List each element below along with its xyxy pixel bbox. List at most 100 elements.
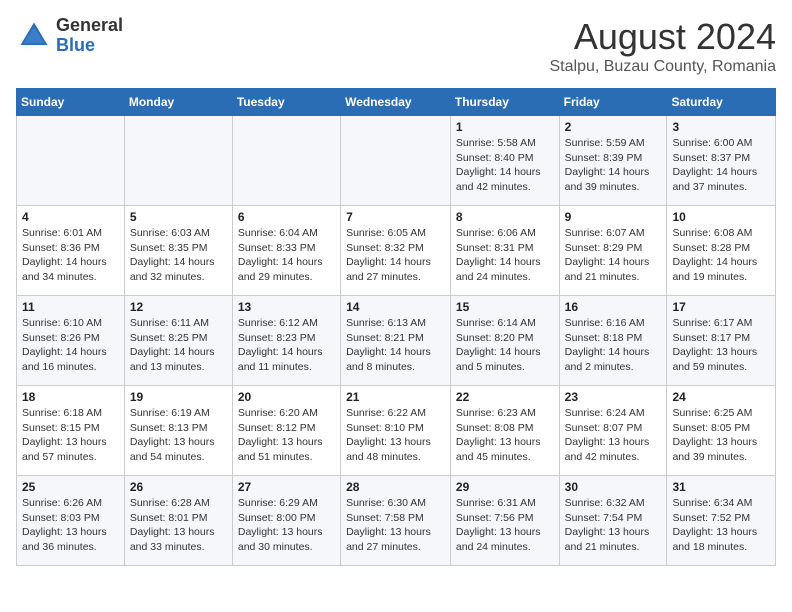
cell-info: Sunrise: 6:29 AM Sunset: 8:00 PM Dayligh… bbox=[238, 496, 335, 555]
cell-info: Sunrise: 5:58 AM Sunset: 8:40 PM Dayligh… bbox=[456, 136, 554, 195]
calendar-cell: 25 Sunrise: 6:26 AM Sunset: 8:03 PM Dayli… bbox=[17, 476, 125, 566]
calendar-cell: 27 Sunrise: 6:29 AM Sunset: 8:00 PM Dayli… bbox=[232, 476, 340, 566]
cell-info: Sunrise: 6:12 AM Sunset: 8:23 PM Dayligh… bbox=[238, 316, 335, 375]
calendar-cell: 4 Sunrise: 6:01 AM Sunset: 8:36 PM Daylig… bbox=[17, 206, 125, 296]
cell-date-number: 21 bbox=[346, 390, 445, 404]
cell-date-number: 7 bbox=[346, 210, 445, 224]
calendar-cell: 18 Sunrise: 6:18 AM Sunset: 8:15 PM Dayli… bbox=[17, 386, 125, 476]
main-title: August 2024 bbox=[550, 16, 777, 58]
calendar-cell: 1 Sunrise: 5:58 AM Sunset: 8:40 PM Daylig… bbox=[450, 116, 559, 206]
cell-date-number: 18 bbox=[22, 390, 119, 404]
calendar-cell: 12Sunrise: 6:11 AM Sunset: 8:25 PM Dayli… bbox=[124, 296, 232, 386]
calendar-cell: 2 Sunrise: 5:59 AM Sunset: 8:39 PM Daylig… bbox=[559, 116, 667, 206]
cell-date-number: 25 bbox=[22, 480, 119, 494]
cell-info: Sunrise: 6:14 AM Sunset: 8:20 PM Dayligh… bbox=[456, 316, 554, 375]
cell-info: Sunrise: 6:19 AM Sunset: 8:13 PM Dayligh… bbox=[130, 406, 227, 465]
calendar-cell: 3Sunrise: 6:00 AM Sunset: 8:37 PM Daylig… bbox=[667, 116, 776, 206]
calendar-cell: 5 Sunrise: 6:03 AM Sunset: 8:35 PM Daylig… bbox=[124, 206, 232, 296]
cell-info: Sunrise: 6:04 AM Sunset: 8:33 PM Dayligh… bbox=[238, 226, 335, 285]
cell-date-number: 13 bbox=[238, 300, 335, 314]
calendar-cell: 17 Sunrise: 6:17 AM Sunset: 8:17 PM Dayli… bbox=[667, 296, 776, 386]
logo-blue: Blue bbox=[56, 36, 123, 56]
cell-info: Sunrise: 6:31 AM Sunset: 7:56 PM Dayligh… bbox=[456, 496, 554, 555]
cell-date-number: 5 bbox=[130, 210, 227, 224]
cell-info: Sunrise: 6:25 AM Sunset: 8:05 PM Dayligh… bbox=[672, 406, 770, 465]
calendar-cell: 19 Sunrise: 6:19 AM Sunset: 8:13 PM Dayli… bbox=[124, 386, 232, 476]
cell-date-number: 30 bbox=[565, 480, 662, 494]
calendar-cell: 15 Sunrise: 6:14 AM Sunset: 8:20 PM Dayli… bbox=[450, 296, 559, 386]
calendar-week-1: 1 Sunrise: 5:58 AM Sunset: 8:40 PM Daylig… bbox=[17, 116, 776, 206]
calendar-cell: 14 Sunrise: 6:13 AM Sunset: 8:21 PM Dayli… bbox=[341, 296, 451, 386]
cell-date-number: 4 bbox=[22, 210, 119, 224]
day-header-saturday: Saturday bbox=[667, 89, 776, 116]
cell-date-number: 9 bbox=[565, 210, 662, 224]
calendar-cell: 8 Sunrise: 6:06 AM Sunset: 8:31 PM Daylig… bbox=[450, 206, 559, 296]
cell-info: Sunrise: 6:08 AM Sunset: 8:28 PM Dayligh… bbox=[672, 226, 770, 285]
cell-info: Sunrise: 6:01 AM Sunset: 8:36 PM Dayligh… bbox=[22, 226, 119, 285]
cell-info: Sunrise: 6:06 AM Sunset: 8:31 PM Dayligh… bbox=[456, 226, 554, 285]
calendar-cell: 21 Sunrise: 6:22 AM Sunset: 8:10 PM Dayli… bbox=[341, 386, 451, 476]
cell-info: Sunrise: 6:00 AM Sunset: 8:37 PM Dayligh… bbox=[672, 136, 770, 195]
cell-info: Sunrise: 6:30 AM Sunset: 7:58 PM Dayligh… bbox=[346, 496, 445, 555]
cell-date-number: 15 bbox=[456, 300, 554, 314]
cell-info: Sunrise: 6:20 AM Sunset: 8:12 PM Dayligh… bbox=[238, 406, 335, 465]
cell-date-number: 10 bbox=[672, 210, 770, 224]
cell-info: Sunrise: 6:24 AM Sunset: 8:07 PM Dayligh… bbox=[565, 406, 662, 465]
cell-date-number: 19 bbox=[130, 390, 227, 404]
calendar-week-5: 25 Sunrise: 6:26 AM Sunset: 8:03 PM Dayli… bbox=[17, 476, 776, 566]
cell-info: Sunrise: 6:26 AM Sunset: 8:03 PM Dayligh… bbox=[22, 496, 119, 555]
cell-date-number: 28 bbox=[346, 480, 445, 494]
cell-date-number: 26 bbox=[130, 480, 227, 494]
calendar-cell: 6Sunrise: 6:04 AM Sunset: 8:33 PM Daylig… bbox=[232, 206, 340, 296]
calendar-cell bbox=[17, 116, 125, 206]
cell-info: Sunrise: 5:59 AM Sunset: 8:39 PM Dayligh… bbox=[565, 136, 662, 195]
sub-title: Stalpu, Buzau County, Romania bbox=[550, 58, 777, 76]
calendar-header-row: Sunday Monday Tuesday Wednesday Thursday… bbox=[17, 89, 776, 116]
cell-date-number: 20 bbox=[238, 390, 335, 404]
day-header-wednesday: Wednesday bbox=[341, 89, 451, 116]
cell-date-number: 1 bbox=[456, 120, 554, 134]
calendar-cell: 24 Sunrise: 6:25 AM Sunset: 8:05 PM Dayli… bbox=[667, 386, 776, 476]
calendar-cell: 30Sunrise: 6:32 AM Sunset: 7:54 PM Dayli… bbox=[559, 476, 667, 566]
calendar: Sunday Monday Tuesday Wednesday Thursday… bbox=[16, 88, 776, 566]
title-section: August 2024 Stalpu, Buzau County, Romani… bbox=[550, 16, 777, 76]
day-header-tuesday: Tuesday bbox=[232, 89, 340, 116]
cell-date-number: 2 bbox=[565, 120, 662, 134]
cell-info: Sunrise: 6:13 AM Sunset: 8:21 PM Dayligh… bbox=[346, 316, 445, 375]
calendar-week-4: 18 Sunrise: 6:18 AM Sunset: 8:15 PM Dayli… bbox=[17, 386, 776, 476]
cell-date-number: 24 bbox=[672, 390, 770, 404]
cell-date-number: 27 bbox=[238, 480, 335, 494]
cell-info: Sunrise: 6:05 AM Sunset: 8:32 PM Dayligh… bbox=[346, 226, 445, 285]
calendar-cell: 13 Sunrise: 6:12 AM Sunset: 8:23 PM Dayli… bbox=[232, 296, 340, 386]
cell-info: Sunrise: 6:18 AM Sunset: 8:15 PM Dayligh… bbox=[22, 406, 119, 465]
day-header-friday: Friday bbox=[559, 89, 667, 116]
logo: General Blue bbox=[16, 16, 123, 56]
calendar-cell: 28 Sunrise: 6:30 AM Sunset: 7:58 PM Dayli… bbox=[341, 476, 451, 566]
calendar-cell bbox=[124, 116, 232, 206]
calendar-cell: 20 Sunrise: 6:20 AM Sunset: 8:12 PM Dayli… bbox=[232, 386, 340, 476]
calendar-cell: 9 Sunrise: 6:07 AM Sunset: 8:29 PM Daylig… bbox=[559, 206, 667, 296]
cell-date-number: 29 bbox=[456, 480, 554, 494]
day-header-thursday: Thursday bbox=[450, 89, 559, 116]
calendar-cell: 29 Sunrise: 6:31 AM Sunset: 7:56 PM Dayli… bbox=[450, 476, 559, 566]
calendar-cell: 26Sunrise: 6:28 AM Sunset: 8:01 PM Dayli… bbox=[124, 476, 232, 566]
cell-info: Sunrise: 6:34 AM Sunset: 7:52 PM Dayligh… bbox=[672, 496, 770, 555]
cell-info: Sunrise: 6:03 AM Sunset: 8:35 PM Dayligh… bbox=[130, 226, 227, 285]
cell-info: Sunrise: 6:23 AM Sunset: 8:08 PM Dayligh… bbox=[456, 406, 554, 465]
cell-date-number: 31 bbox=[672, 480, 770, 494]
page-header: General Blue August 2024 Stalpu, Buzau C… bbox=[16, 16, 776, 76]
cell-date-number: 8 bbox=[456, 210, 554, 224]
cell-info: Sunrise: 6:10 AM Sunset: 8:26 PM Dayligh… bbox=[22, 316, 119, 375]
cell-date-number: 17 bbox=[672, 300, 770, 314]
calendar-cell: 11Sunrise: 6:10 AM Sunset: 8:26 PM Dayli… bbox=[17, 296, 125, 386]
calendar-cell bbox=[341, 116, 451, 206]
cell-date-number: 14 bbox=[346, 300, 445, 314]
cell-info: Sunrise: 6:17 AM Sunset: 8:17 PM Dayligh… bbox=[672, 316, 770, 375]
calendar-cell: 23Sunrise: 6:24 AM Sunset: 8:07 PM Dayli… bbox=[559, 386, 667, 476]
cell-date-number: 22 bbox=[456, 390, 554, 404]
cell-info: Sunrise: 6:16 AM Sunset: 8:18 PM Dayligh… bbox=[565, 316, 662, 375]
cell-info: Sunrise: 6:22 AM Sunset: 8:10 PM Dayligh… bbox=[346, 406, 445, 465]
cell-info: Sunrise: 6:07 AM Sunset: 8:29 PM Dayligh… bbox=[565, 226, 662, 285]
day-header-monday: Monday bbox=[124, 89, 232, 116]
logo-general: General bbox=[56, 16, 123, 36]
